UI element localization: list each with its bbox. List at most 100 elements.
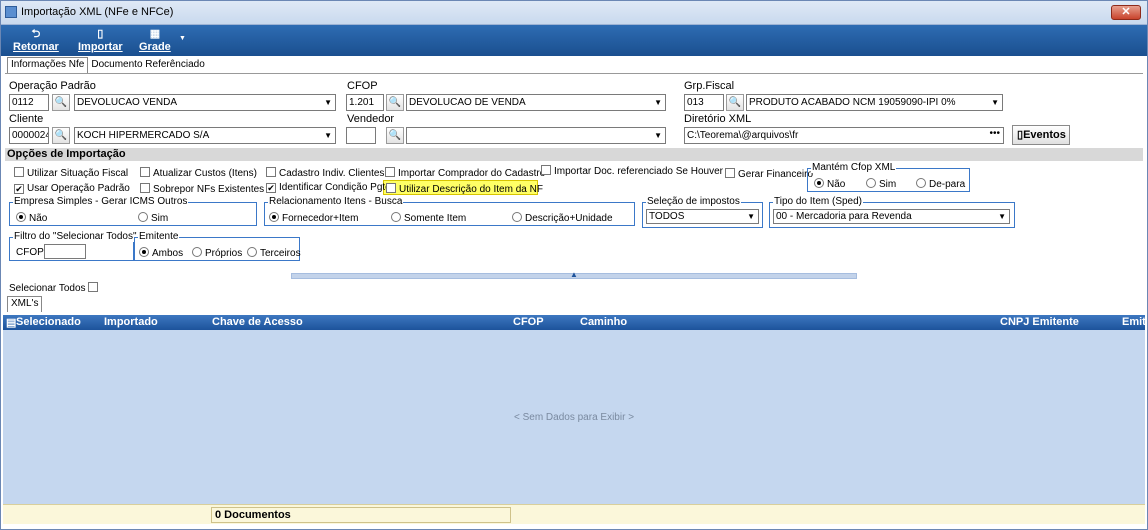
col-cfop[interactable]: CFOP — [513, 316, 544, 328]
identificar-cond-checkbox[interactable]: ✔ Identificar Condição Pgto — [266, 182, 391, 193]
eventos-button[interactable]: ▯Eventos — [1012, 125, 1070, 145]
radio-icon — [269, 212, 279, 222]
chevron-down-icon: ▼ — [998, 212, 1006, 221]
col-chave-acesso[interactable]: Chave de Acesso — [212, 316, 303, 328]
cliente-search-icon[interactable]: 🔍 — [52, 127, 70, 144]
emitente-title: Emitente — [138, 231, 180, 242]
col-selecionado[interactable]: Selecionado — [16, 316, 81, 328]
tab-informacoes-nfe[interactable]: Informações Nfe — [7, 57, 89, 73]
retornar-button[interactable]: ⮌ Retornar — [13, 28, 59, 53]
browse-button[interactable]: ••• — [989, 128, 1000, 141]
operacao-label: Operação Padrão — [9, 80, 96, 92]
mantem-sim-label: Sim — [879, 179, 897, 190]
operacao-code-input[interactable]: 0112 — [9, 94, 49, 111]
col-emitente[interactable]: Emit — [1122, 316, 1145, 328]
mantem-nao-radio[interactable]: Não — [814, 178, 845, 190]
usar-operacao-checkbox[interactable]: ✔ Usar Operação Padrão — [14, 183, 130, 194]
atualizar-custos-checkbox[interactable]: Atualizar Custos (Itens) — [140, 167, 257, 179]
importar-label: Importar — [78, 41, 123, 53]
tab-documento-referenciado[interactable]: Documento Referênciado — [88, 58, 207, 74]
importar-comprador-checkbox[interactable]: Importar Comprador do Cadastro — [385, 167, 545, 179]
retornar-label: Retornar — [13, 41, 59, 53]
grid-menu-icon[interactable]: ▤ — [6, 316, 16, 329]
importar-doc-checkbox[interactable]: Importar Doc. referenciado Se Houver — [541, 165, 723, 177]
ambos-label: Ambos — [152, 248, 184, 259]
mantem-nao-label: Não — [827, 179, 846, 190]
cliente-code-input[interactable]: 0000024 — [9, 127, 49, 144]
cadastro-indiv-checkbox[interactable]: Cadastro Indiv. Clientes — [266, 167, 384, 179]
mantem-depara-radio[interactable]: De-para — [916, 178, 965, 190]
operacao-select[interactable]: DEVOLUCAO VENDA ▼ — [74, 94, 336, 111]
vendedor-label: Vendedor — [347, 113, 395, 125]
importar-button[interactable]: ▯ Importar — [78, 28, 123, 53]
diretorio-label: Diretório XML — [684, 113, 752, 125]
terceiros-label: Terceiros — [260, 248, 301, 259]
fornecedor-item-label: Fornecedor+Item — [282, 213, 359, 224]
cliente-select[interactable]: KOCH HIPERMERCADO S/A ▼ — [74, 127, 336, 144]
panel-splitter[interactable]: ▲ — [291, 270, 857, 279]
proprios-label: Próprios — [205, 248, 243, 259]
gerar-financeiro-label: Gerar Financeiro — [738, 169, 814, 180]
cfop-label: CFOP — [347, 80, 378, 92]
title-bar: Importação XML (NFe e NFCe) ✕ — [1, 1, 1147, 25]
grp-fiscal-code-input[interactable]: 013 — [684, 94, 724, 111]
sobrepor-checkbox[interactable]: Sobrepor NFs Existentes — [140, 183, 264, 195]
somente-item-radio[interactable]: Somente Item — [391, 212, 466, 224]
terceiros-radio[interactable]: Terceiros — [247, 247, 301, 259]
radio-icon — [192, 247, 202, 257]
empresa-nao-radio[interactable]: Não — [16, 212, 47, 224]
grp-fiscal-select[interactable]: PRODUTO ACABADO NCM 19059090-IPI 0% ▼ — [746, 94, 1003, 111]
tab-xmls[interactable]: XML's — [7, 296, 43, 312]
usar-operacao-label: Usar Operação Padrão — [27, 183, 130, 194]
filtro-cfop-input[interactable] — [44, 244, 86, 259]
descricao-unidade-label: Descrição+Unidade — [525, 213, 613, 224]
cfop-code-input[interactable]: 1.201 — [346, 94, 384, 111]
import-window: Importação XML (NFe e NFCe) ✕ ⮌ Retornar… — [0, 0, 1148, 530]
grp-fiscal-label: Grp.Fiscal — [684, 80, 735, 92]
radio-icon — [814, 178, 824, 188]
descricao-unidade-radio[interactable]: Descrição+Unidade — [512, 212, 613, 224]
col-importado[interactable]: Importado — [104, 316, 158, 328]
utilizar-desc-label: Utilizar Descrição do Item da NF — [399, 184, 543, 195]
grade-dropdown-icon[interactable]: ▼ — [179, 35, 186, 42]
utilizar-situacao-checkbox[interactable]: Utilizar Situação Fiscal — [14, 167, 128, 179]
proprios-radio[interactable]: Próprios — [192, 247, 242, 259]
chevron-down-icon: ▼ — [654, 98, 662, 107]
selecao-impostos-select[interactable]: TODOS ▼ — [646, 209, 759, 224]
vendedor-search-icon[interactable]: 🔍 — [386, 127, 404, 144]
sobrepor-label: Sobrepor NFs Existentes — [153, 184, 265, 195]
radio-icon — [866, 178, 876, 188]
cfop-value: DEVOLUCAO DE VENDA — [409, 97, 526, 108]
cfop-search-icon[interactable]: 🔍 — [386, 94, 404, 111]
chevron-down-icon: ▼ — [991, 98, 999, 107]
identificar-cond-label: Identificar Condição Pgto — [279, 182, 391, 193]
filtro-title: Filtro do "Selecionar Todos" — [13, 231, 138, 242]
selecionar-todos-checkbox[interactable]: Selecionar Todos — [9, 282, 101, 294]
gerar-financeiro-checkbox[interactable]: Gerar Financeiro — [725, 168, 813, 180]
grp-fiscal-search-icon[interactable]: 🔍 — [726, 94, 744, 111]
radio-icon — [391, 212, 401, 222]
col-cnpj-emitente[interactable]: CNPJ Emitente — [1000, 316, 1079, 328]
filtro-group: Filtro do "Selecionar Todos" CFOP — [9, 231, 138, 261]
col-caminho[interactable]: Caminho — [580, 316, 627, 328]
documents-count: 0 Documentos — [211, 507, 511, 523]
vendedor-code-input[interactable] — [346, 127, 376, 144]
diretorio-input[interactable]: C:\Teorema\@arquivos\fr ••• — [684, 127, 1004, 144]
radio-icon — [916, 178, 926, 188]
cliente-label: Cliente — [9, 113, 44, 125]
tipo-item-select[interactable]: 00 - Mercadoria para Revenda ▼ — [773, 209, 1010, 224]
ambos-radio[interactable]: Ambos — [139, 247, 183, 259]
vendedor-select[interactable]: ▼ — [406, 127, 666, 144]
empresa-sim-radio[interactable]: Sim — [138, 212, 168, 224]
grade-button[interactable]: ▦ Grade — [139, 28, 171, 53]
cfop-select[interactable]: DEVOLUCAO DE VENDA ▼ — [406, 94, 666, 111]
mantem-sim-radio[interactable]: Sim — [866, 178, 896, 190]
selecao-impostos-group: Seleção de impostos TODOS ▼ — [642, 196, 763, 228]
selecao-impostos-title: Seleção de impostos — [646, 196, 741, 207]
operacao-search-icon[interactable]: 🔍 — [52, 94, 70, 111]
radio-icon — [16, 212, 26, 222]
empresa-sim-label: Sim — [151, 213, 169, 224]
utilizar-desc-checkbox[interactable]: Utilizar Descrição do Item da NF — [386, 183, 543, 195]
fornecedor-item-radio[interactable]: Fornecedor+Item — [269, 212, 358, 224]
close-button[interactable]: ✕ — [1111, 5, 1141, 20]
